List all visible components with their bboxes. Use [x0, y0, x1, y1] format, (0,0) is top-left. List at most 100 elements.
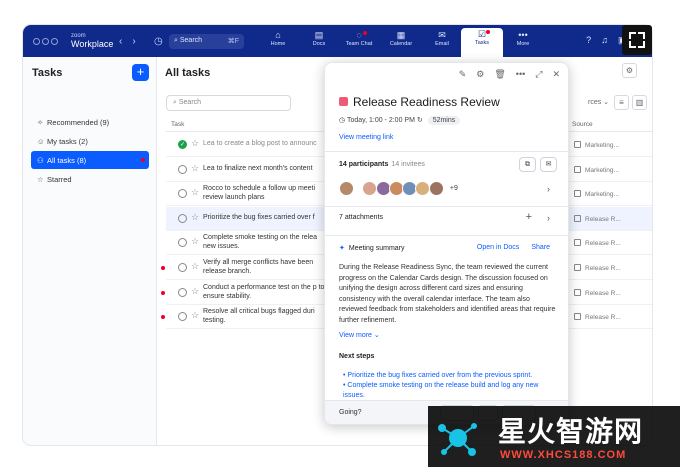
home-icon: ⌂: [275, 30, 281, 40]
task-checkbox[interactable]: [178, 189, 187, 199]
tasks-sidebar: Tasks + ✧ Recommended (9) ☺ My tasks (2) ⚇ Al…: [23, 57, 157, 445]
star-icon[interactable]: ☆: [191, 310, 199, 321]
participant-avatars[interactable]: +9: [339, 181, 458, 196]
divider: [325, 206, 568, 207]
task-source: Release R...: [574, 288, 621, 297]
add-attachment-icon[interactable]: +: [526, 211, 532, 223]
avatar: [428, 181, 444, 196]
star-icon[interactable]: ☆: [191, 138, 199, 149]
meeting-detail-panel: ✎ ⚙ 🗑 ••• ⤢ ✕ Release Readiness Review ◷ Toda…: [324, 62, 569, 425]
fullscreen-icon[interactable]: [622, 25, 652, 55]
sidebar-item-my-tasks[interactable]: ☺ My tasks (2): [31, 132, 149, 150]
star-icon[interactable]: ☆: [191, 212, 199, 223]
task-checkbox[interactable]: [178, 213, 187, 223]
list-item[interactable]: Prioritize the bug fixes carried over fr…: [343, 371, 558, 381]
star-icon[interactable]: ☆: [191, 187, 199, 198]
tab-email[interactable]: ✉ Email: [421, 29, 463, 53]
window-controls[interactable]: [33, 38, 60, 47]
task-source: Marketing...: [574, 141, 619, 149]
tab-team-chat[interactable]: ◌ Team Chat: [338, 29, 380, 53]
task-checkbox[interactable]: [178, 263, 187, 272]
more-icon: •••: [518, 30, 528, 40]
sidebar-title: Tasks: [32, 67, 63, 79]
column-task: Task: [171, 121, 185, 128]
event-color-swatch: [339, 97, 348, 106]
email-participants-icon[interactable]: ✉: [540, 157, 557, 172]
sidebar-item-recommended[interactable]: ✧ Recommended (9): [31, 113, 149, 131]
tab-tasks[interactable]: ☑ Tasks: [461, 28, 503, 57]
task-title: Verify all merge conflicts have been rel…: [203, 259, 314, 275]
sparkle-icon: ✧: [37, 118, 44, 127]
tab-docs[interactable]: ▤ Docs: [298, 29, 340, 53]
calendar-icon: [574, 165, 581, 173]
ai-summary-icon: ✦: [339, 245, 345, 252]
back-arrow-icon[interactable]: ‹: [119, 36, 122, 47]
task-source: Marketing...: [574, 165, 619, 174]
duration-badge: 52mins: [427, 116, 461, 125]
star-icon[interactable]: ☆: [191, 286, 199, 297]
watermark: 星火智游网 WWW.XHCS188.COM: [428, 406, 680, 467]
star-icon[interactable]: ☆: [191, 163, 199, 174]
task-checkbox[interactable]: [178, 238, 187, 248]
more-options-icon[interactable]: •••: [516, 69, 525, 79]
close-icon[interactable]: ✕: [552, 69, 560, 79]
expand-icon[interactable]: ⤢: [535, 69, 542, 79]
bell-icon[interactable]: ♫: [601, 35, 608, 45]
task-source: Release R...: [574, 239, 621, 247]
tab-home[interactable]: ⌂ Home: [257, 29, 299, 53]
global-search-input[interactable]: ⌕ Search ⌘F: [169, 34, 244, 49]
history-icon[interactable]: ◷: [154, 36, 163, 47]
notification-dot: [363, 31, 367, 35]
columns-icon[interactable]: ▥: [632, 95, 647, 110]
priority-dot: [161, 315, 165, 320]
view-more-link[interactable]: View more ⌄: [339, 331, 380, 339]
copy-icon[interactable]: ⧉: [519, 157, 536, 172]
meeting-summary-header: ✦ Meeting summary: [339, 245, 405, 252]
list-item[interactable]: Complete smoke testing on the release bu…: [343, 381, 558, 399]
clock-icon: ◷: [339, 117, 347, 124]
tab-calendar[interactable]: ▦ Calendar: [380, 29, 422, 53]
task-checkbox[interactable]: [178, 164, 187, 174]
user-icon: ☺: [37, 137, 45, 146]
task-title: Lea to create a blog post to announc: [203, 140, 317, 147]
trash-icon[interactable]: 🗑: [494, 69, 505, 79]
more-participants-count: +9: [449, 185, 458, 192]
task-source: Release R...: [574, 214, 621, 223]
calendar-icon: [574, 264, 581, 271]
sidebar-item-all-tasks[interactable]: ⚇ All tasks (8): [31, 151, 149, 169]
settings-icon[interactable]: ⚙: [476, 69, 484, 79]
task-checkbox[interactable]: [178, 287, 187, 297]
going-label: Going?: [339, 409, 362, 416]
star-icon[interactable]: ☆: [191, 236, 199, 247]
view-meeting-link[interactable]: View meeting link: [339, 134, 393, 141]
sidebar-item-starred[interactable]: ☆ Starred: [31, 170, 149, 188]
help-icon[interactable]: ?: [586, 35, 591, 45]
docs-icon: ▤: [314, 30, 324, 40]
share-link[interactable]: Share: [531, 244, 550, 251]
star-icon[interactable]: ☆: [191, 261, 199, 272]
sources-filter[interactable]: rces ⌄: [588, 98, 609, 106]
add-task-button[interactable]: +: [132, 64, 149, 81]
column-source: Source: [572, 121, 593, 128]
open-in-docs-link[interactable]: Open in Docs: [477, 244, 519, 251]
task-title: Prioritize the bug fixes carried over f: [203, 213, 315, 221]
chevron-right-icon[interactable]: ›: [547, 213, 550, 223]
calendar-icon: [574, 313, 581, 321]
task-checkbox[interactable]: [178, 312, 187, 322]
task-source: Release R...: [574, 264, 621, 272]
group-icon: ⚇: [37, 156, 44, 165]
settings-icon[interactable]: ⚙: [622, 63, 637, 78]
next-steps-list: Prioritize the bug fixes carried over fr…: [343, 371, 558, 399]
task-search-input[interactable]: ⌕ Search: [166, 95, 291, 111]
task-title: Complete smoke testing on the relea new …: [203, 234, 318, 251]
task-source: Release R...: [574, 313, 621, 321]
filter-icon[interactable]: ≡: [614, 95, 629, 110]
star-icon: ☆: [37, 175, 44, 184]
priority-dot: [161, 266, 165, 270]
forward-arrow-icon[interactable]: ›: [132, 36, 135, 47]
task-checkbox[interactable]: ✓: [178, 140, 187, 149]
tasks-icon: ☑: [477, 29, 487, 39]
edit-icon[interactable]: ✎: [459, 69, 467, 79]
tab-more[interactable]: ••• More: [502, 29, 544, 53]
chevron-right-icon[interactable]: ›: [547, 184, 550, 194]
